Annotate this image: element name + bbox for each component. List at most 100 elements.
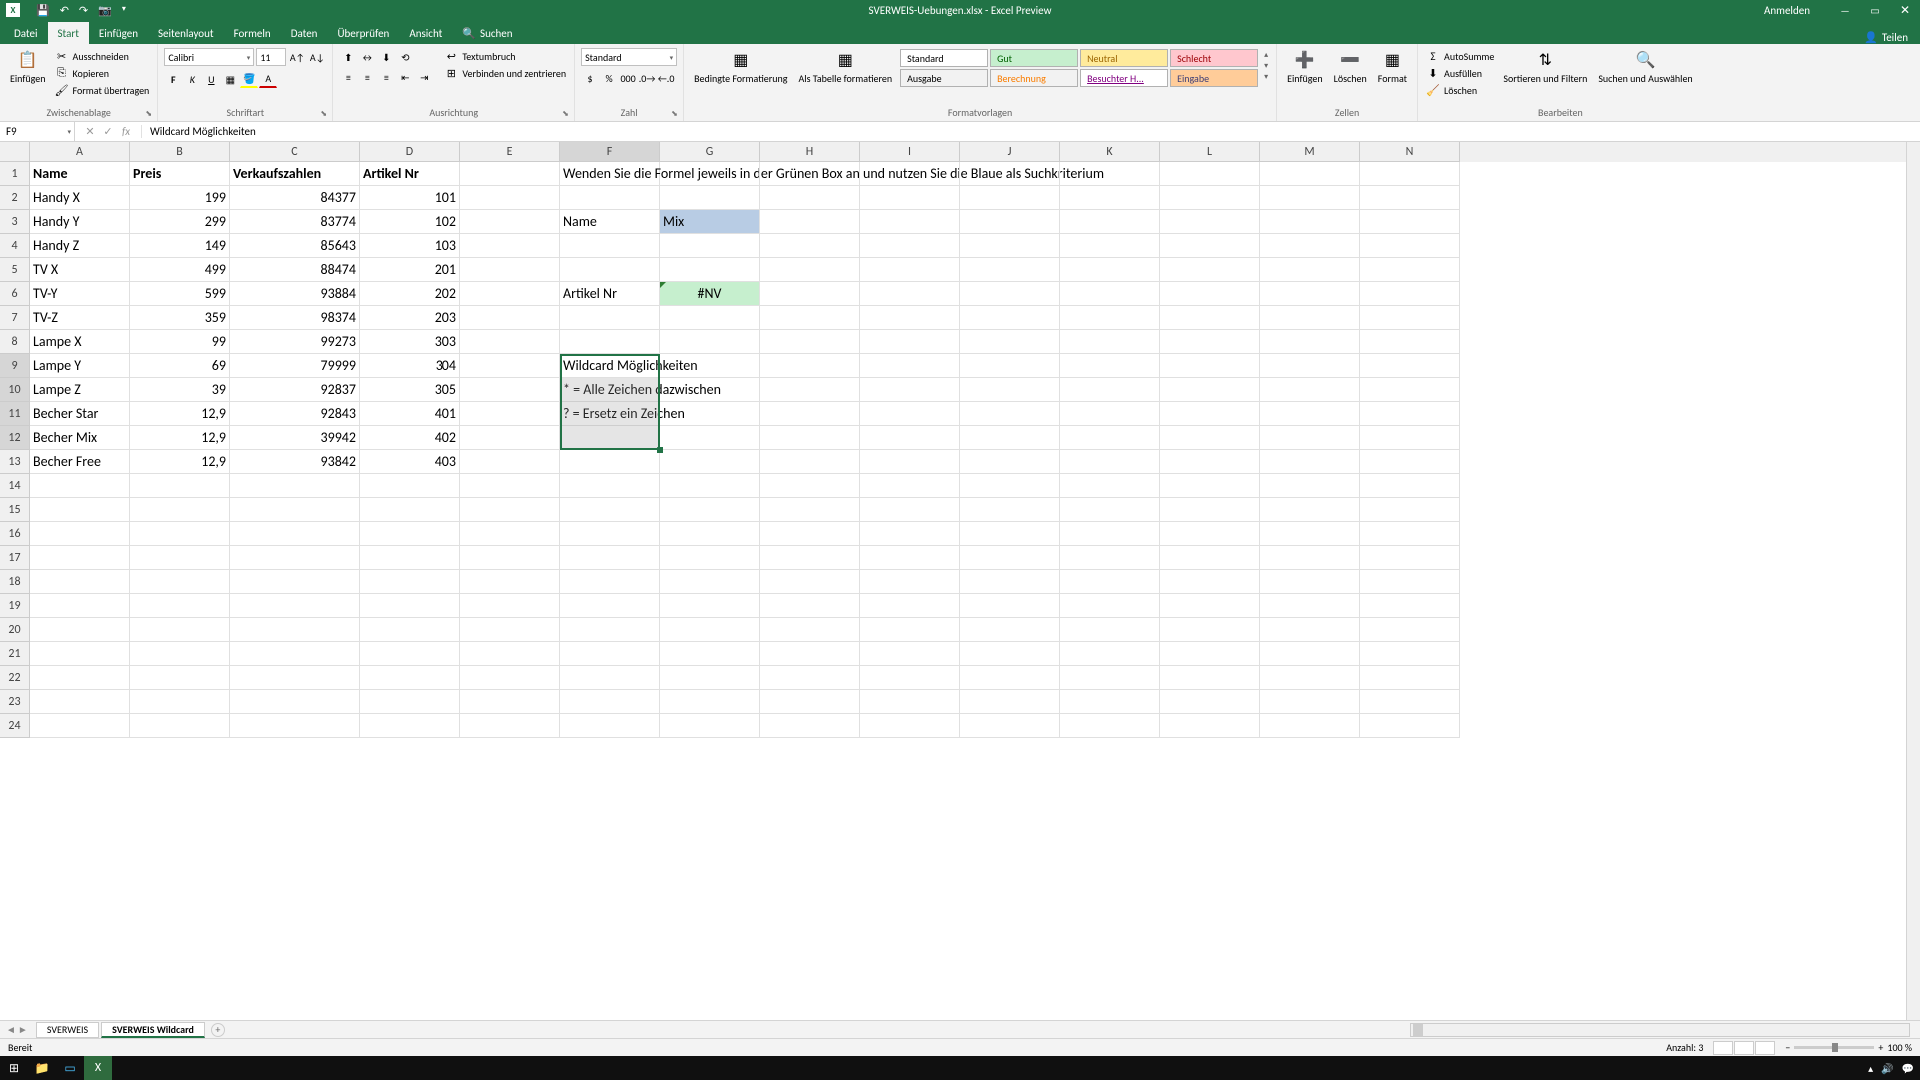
cell-E17[interactable] (460, 546, 560, 570)
cell-F20[interactable] (560, 618, 660, 642)
save-icon[interactable]: 💾 (36, 4, 50, 17)
cell-I16[interactable] (860, 522, 960, 546)
cell-J4[interactable] (960, 234, 1060, 258)
cell-G5[interactable] (660, 258, 760, 282)
cell-D18[interactable] (360, 570, 460, 594)
tab-pagelayout[interactable]: Seitenlayout (148, 22, 224, 44)
cell-A9[interactable]: Lampe Y (30, 354, 130, 378)
number-format-select[interactable]: Standard▾ (581, 48, 677, 66)
row-header-16[interactable]: 16 (0, 522, 30, 546)
col-header-K[interactable]: K (1060, 142, 1160, 162)
cell-L17[interactable] (1160, 546, 1260, 570)
view-page-layout-button[interactable] (1734, 1041, 1754, 1055)
cell-I17[interactable] (860, 546, 960, 570)
cell-H13[interactable] (760, 450, 860, 474)
vertical-scrollbar[interactable] (1906, 142, 1920, 1020)
style-eingabe[interactable]: Eingabe (1170, 69, 1258, 87)
cell-K1[interactable] (1060, 162, 1160, 186)
cell-M18[interactable] (1260, 570, 1360, 594)
cell-H15[interactable] (760, 498, 860, 522)
cell-B8[interactable]: 99 (130, 330, 230, 354)
minimize-button[interactable]: — (1830, 0, 1860, 20)
cell-C18[interactable] (230, 570, 360, 594)
cell-G22[interactable] (660, 666, 760, 690)
add-sheet-button[interactable]: + (211, 1023, 225, 1037)
column-headers[interactable]: ABCDEFGHIJKLMN (30, 142, 1906, 162)
cell-D23[interactable] (360, 690, 460, 714)
tab-insert[interactable]: Einfügen (89, 22, 148, 44)
fx-button[interactable]: fx (119, 125, 133, 138)
cell-L3[interactable] (1160, 210, 1260, 234)
cell-F5[interactable] (560, 258, 660, 282)
cell-L4[interactable] (1160, 234, 1260, 258)
cell-F8[interactable] (560, 330, 660, 354)
cell-L21[interactable] (1160, 642, 1260, 666)
cell-E24[interactable] (460, 714, 560, 738)
cell-B13[interactable]: 12,9 (130, 450, 230, 474)
cell-L5[interactable] (1160, 258, 1260, 282)
notifications-icon[interactable]: 💬 (1902, 1062, 1914, 1075)
cell-I19[interactable] (860, 594, 960, 618)
cell-H9[interactable] (760, 354, 860, 378)
cell-G10[interactable] (660, 378, 760, 402)
share-button[interactable]: 👤Teilen (1864, 31, 1908, 44)
cell-H4[interactable] (760, 234, 860, 258)
align-middle-button[interactable]: ↔ (358, 48, 376, 66)
row-header-19[interactable]: 19 (0, 594, 30, 618)
cell-L13[interactable] (1160, 450, 1260, 474)
cell-M17[interactable] (1260, 546, 1360, 570)
cell-E2[interactable] (460, 186, 560, 210)
font-size-select[interactable]: 11 (256, 48, 286, 66)
cell-L16[interactable] (1160, 522, 1260, 546)
cell-B18[interactable] (130, 570, 230, 594)
cell-E8[interactable] (460, 330, 560, 354)
decrease-decimal-button[interactable]: ←.0 (657, 69, 675, 87)
cell-D11[interactable]: 401 (360, 402, 460, 426)
cell-I5[interactable] (860, 258, 960, 282)
sheet-tab-sverweis[interactable]: SVERWEIS (36, 1022, 99, 1038)
cell-C15[interactable] (230, 498, 360, 522)
cell-K13[interactable] (1060, 450, 1160, 474)
cell-M1[interactable] (1260, 162, 1360, 186)
style-besuchter[interactable]: Besuchter H... (1080, 69, 1168, 87)
cell-I1[interactable] (860, 162, 960, 186)
alignment-launcher[interactable]: ⬊ (562, 109, 572, 119)
cell-J7[interactable] (960, 306, 1060, 330)
cells-area[interactable]: NamePreisVerkaufszahlenArtikel NrWenden … (30, 162, 1906, 1020)
fill-button[interactable]: ⬇Ausfüllen (1424, 65, 1496, 81)
horizontal-scrollbar[interactable] (1410, 1023, 1910, 1037)
select-all-corner[interactable] (0, 142, 30, 162)
cell-I12[interactable] (860, 426, 960, 450)
col-header-B[interactable]: B (130, 142, 230, 162)
tab-view[interactable]: Ansicht (399, 22, 452, 44)
cell-L7[interactable] (1160, 306, 1260, 330)
cell-styles-gallery[interactable]: Standard Gut Neutral Schlecht Ausgabe Be… (899, 48, 1259, 88)
cell-G19[interactable] (660, 594, 760, 618)
cell-C22[interactable] (230, 666, 360, 690)
cell-C7[interactable]: 98374 (230, 306, 360, 330)
cell-D22[interactable] (360, 666, 460, 690)
row-header-20[interactable]: 20 (0, 618, 30, 642)
cell-K24[interactable] (1060, 714, 1160, 738)
cell-G15[interactable] (660, 498, 760, 522)
zoom-out-button[interactable]: − (1785, 1041, 1790, 1054)
cell-N19[interactable] (1360, 594, 1460, 618)
cell-J3[interactable] (960, 210, 1060, 234)
cell-A11[interactable]: Becher Star (30, 402, 130, 426)
col-header-I[interactable]: I (860, 142, 960, 162)
cell-F18[interactable] (560, 570, 660, 594)
cell-A21[interactable] (30, 642, 130, 666)
cell-F24[interactable] (560, 714, 660, 738)
cell-A13[interactable]: Becher Free (30, 450, 130, 474)
number-launcher[interactable]: ⬊ (671, 109, 681, 119)
cell-J19[interactable] (960, 594, 1060, 618)
cell-B12[interactable]: 12,9 (130, 426, 230, 450)
bold-button[interactable]: F (164, 70, 182, 88)
cell-I23[interactable] (860, 690, 960, 714)
cell-L24[interactable] (1160, 714, 1260, 738)
cell-K16[interactable] (1060, 522, 1160, 546)
cell-N13[interactable] (1360, 450, 1460, 474)
cell-D17[interactable] (360, 546, 460, 570)
cell-D19[interactable] (360, 594, 460, 618)
align-center-button[interactable]: ≡ (358, 68, 376, 86)
